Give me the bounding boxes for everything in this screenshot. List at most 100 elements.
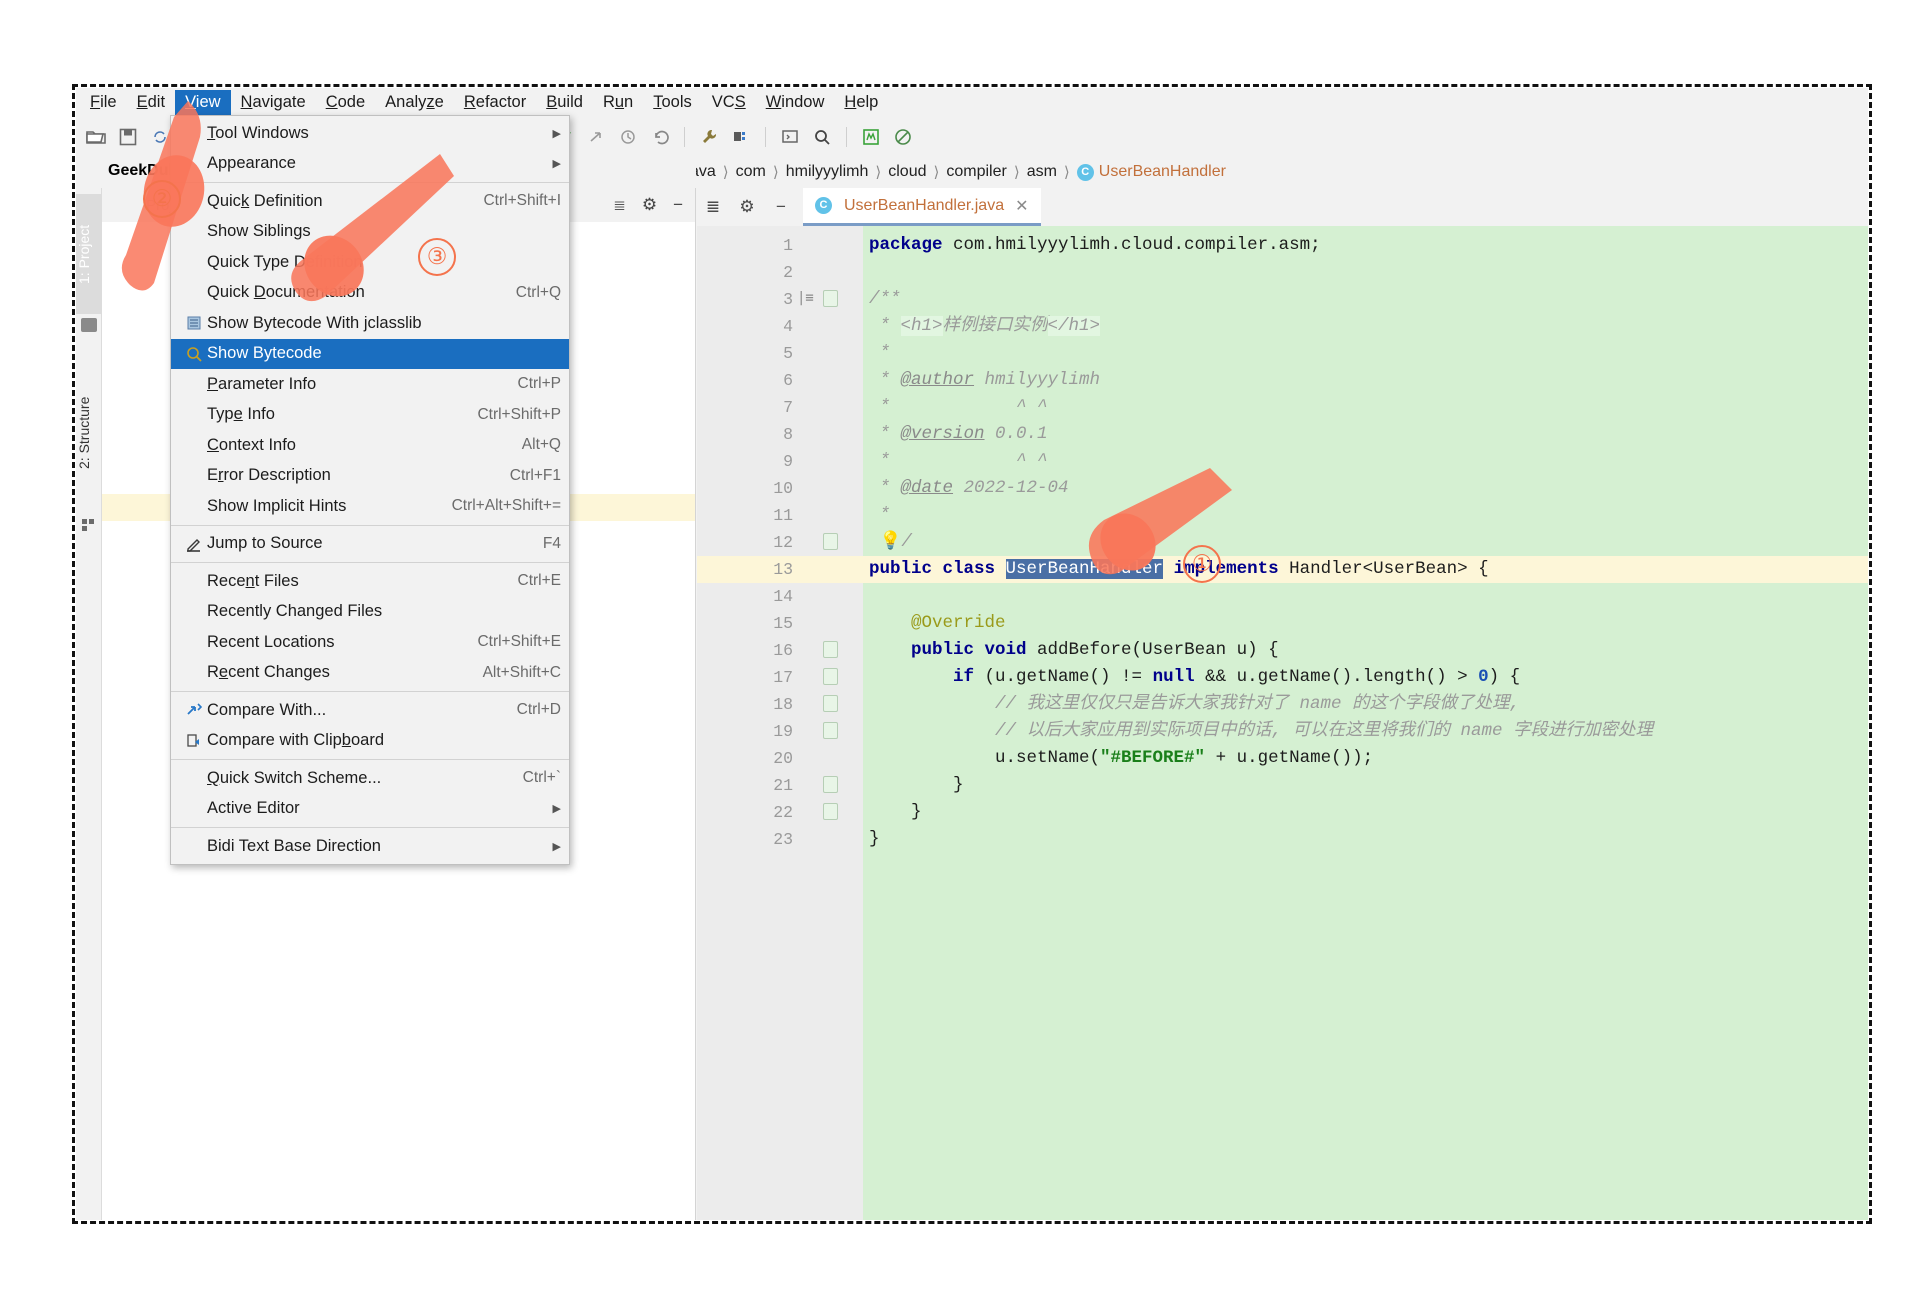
menu-item-recent-files[interactable]: Recent Files Ctrl+E <box>171 566 569 597</box>
fold-marker-row[interactable]: |≡ <box>797 286 863 313</box>
fold-marker-row[interactable] <box>801 772 863 799</box>
close-icon[interactable]: ✕ <box>1015 196 1028 216</box>
code-line[interactable]: public void addBefore(UserBean u) { <box>863 637 1868 664</box>
menu-window[interactable]: Window <box>756 90 835 116</box>
expand-all-icon[interactable]: ≣ <box>701 197 725 217</box>
code-line[interactable]: public class UserBeanHandler implements … <box>863 556 1868 583</box>
menu-item-quick-switch-scheme[interactable]: Quick Switch Scheme... Ctrl+` <box>171 763 569 794</box>
fold-marker-row[interactable] <box>801 367 863 394</box>
sidebar-item-project[interactable]: 1: Project <box>76 194 102 314</box>
menu-item-appearance[interactable]: Appearance ▶ <box>171 149 569 180</box>
grid-icon[interactable] <box>81 518 97 532</box>
search-icon[interactable] <box>810 125 834 149</box>
fold-gutter[interactable]: |≡ <box>797 226 863 1220</box>
fold-marker-row[interactable] <box>801 475 863 502</box>
menu-item-recent-changes[interactable]: Recent Changes Alt+Shift+C <box>171 658 569 689</box>
sidebar-item-structure[interactable]: 2: Structure <box>76 358 102 508</box>
sync-icon[interactable] <box>148 125 172 149</box>
code-line[interactable]: * ^ ^ <box>863 394 1868 421</box>
menu-item-jump-to-source[interactable]: Jump to Source F4 <box>171 529 569 560</box>
menu-tools[interactable]: Tools <box>643 90 702 116</box>
menu-analyze[interactable]: Analyze <box>375 90 454 116</box>
fold-marker-row[interactable] <box>801 745 863 772</box>
code-line[interactable]: } <box>863 772 1868 799</box>
editor-tab-userbeanhandler[interactable]: C UserBeanHandler.java ✕ <box>803 188 1041 226</box>
code-line[interactable]: * @date 2022-12-04 <box>863 475 1868 502</box>
code-line[interactable]: @Override <box>863 610 1868 637</box>
menu-code[interactable]: Code <box>316 90 375 116</box>
maven-icon[interactable] <box>859 125 883 149</box>
code-line[interactable]: * <box>863 502 1868 529</box>
menu-file[interactable]: File <box>80 90 127 116</box>
fold-marker-row[interactable] <box>801 259 863 286</box>
menu-item-recently-changed-files[interactable]: Recently Changed Files <box>171 597 569 628</box>
breadcrumb-item[interactable]: compiler <box>946 163 1006 181</box>
structure-icon[interactable] <box>729 125 753 149</box>
code-line[interactable]: } <box>863 799 1868 826</box>
code-line[interactable] <box>863 259 1868 286</box>
blocked-icon[interactable] <box>891 125 915 149</box>
fold-marker-row[interactable] <box>801 313 863 340</box>
fold-marker-row[interactable] <box>801 529 863 556</box>
view-dropdown-menu[interactable]: Tool Windows ▶ Appearance ▶ Quick Definition… <box>170 115 570 865</box>
fold-marker-row[interactable] <box>801 691 863 718</box>
fold-marker-row[interactable] <box>801 583 863 610</box>
menu-bar[interactable]: File Edit View Navigate Code Analyze Ref… <box>76 88 1868 118</box>
breadcrumb-item[interactable]: cloud <box>888 163 926 181</box>
fold-marker-row[interactable] <box>801 232 863 259</box>
fold-marker-row[interactable] <box>801 421 863 448</box>
menu-item-show-siblings[interactable]: Show Siblings <box>171 217 569 248</box>
menu-item-bidi-text-base-direction[interactable]: Bidi Text Base Direction ▶ <box>171 831 569 862</box>
menu-refactor[interactable]: Refactor <box>454 90 536 116</box>
code-line[interactable]: * @version 0.0.1 <box>863 421 1868 448</box>
editor-tab-bar[interactable]: ≣ ⚙ − C UserBeanHandler.java ✕ <box>697 188 1868 226</box>
menu-item-quick-documentation[interactable]: Quick Documentation Ctrl+Q <box>171 278 569 309</box>
gear-icon[interactable]: ⚙ <box>634 195 665 215</box>
code-line[interactable]: 💡/ <box>863 529 1868 556</box>
wrench-icon[interactable] <box>697 125 721 149</box>
breadcrumb-item[interactable]: hmilyyylimh <box>786 163 869 181</box>
gear-icon[interactable]: ⚙ <box>735 197 759 217</box>
git-push-icon[interactable] <box>584 125 608 149</box>
code-line[interactable]: if (u.getName() != null && u.getName().l… <box>863 664 1868 691</box>
fold-marker-row[interactable] <box>801 799 863 826</box>
save-icon[interactable] <box>116 125 140 149</box>
code-line[interactable]: package com.hmilyyylimh.cloud.compiler.a… <box>863 232 1868 259</box>
code-line[interactable]: // 我这里仅仅只是告诉大家我针对了 name 的这个字段做了处理, <box>863 691 1868 718</box>
fold-marker-row[interactable] <box>801 556 863 583</box>
fold-marker-row[interactable] <box>801 394 863 421</box>
code-line[interactable]: /** <box>863 286 1868 313</box>
code-line[interactable]: * @author hmilyyylimh <box>863 367 1868 394</box>
menu-help[interactable]: Help <box>834 90 888 116</box>
menu-run[interactable]: Run <box>593 90 643 116</box>
git-history-icon[interactable] <box>616 125 640 149</box>
fold-marker-row[interactable] <box>801 826 863 853</box>
menu-navigate[interactable]: Navigate <box>231 90 316 116</box>
code-line[interactable]: * <h1>样例接口实例</h1> <box>863 313 1868 340</box>
git-rollback-icon[interactable] <box>648 125 672 149</box>
menu-item-show-bytecode[interactable]: Show Bytecode <box>171 338 569 369</box>
code-line[interactable]: u.setName("#BEFORE#" + u.getName()); <box>863 745 1868 772</box>
menu-item-recent-locations[interactable]: Recent Locations Ctrl+Shift+E <box>171 627 569 658</box>
code-line[interactable]: // 以后大家应用到实际项目中的话, 可以在这里将我们的 name 字段进行加密… <box>863 718 1868 745</box>
menu-vcs[interactable]: VCS <box>702 90 756 116</box>
menu-view[interactable]: View <box>175 90 231 116</box>
breadcrumb-class-item[interactable]: UserBeanHandler <box>1099 163 1226 181</box>
menu-item-show-implicit-hints[interactable]: Show Implicit Hints Ctrl+Alt+Shift+= <box>171 491 569 522</box>
menu-item-context-info[interactable]: Context Info Alt+Q <box>171 430 569 461</box>
code-line[interactable]: * <box>863 340 1868 367</box>
menu-item-compare-with[interactable]: Compare With... Ctrl+D <box>171 695 569 726</box>
menu-item-tool-windows[interactable]: Tool Windows ▶ <box>171 118 569 149</box>
breadcrumb-item[interactable]: asm <box>1027 163 1057 181</box>
code-line[interactable] <box>863 583 1868 610</box>
menu-item-quick-definition[interactable]: Quick Definition Ctrl+Shift+I <box>171 186 569 217</box>
menu-item-show-bytecode-with-jclasslib[interactable]: Show Bytecode With jclasslib <box>171 308 569 339</box>
breadcrumb-item[interactable]: com <box>736 163 766 181</box>
menu-item-compare-with-clipboard[interactable]: Compare with Clipboard <box>171 726 569 757</box>
code-editor[interactable]: 12345678910111213141516@17181920212223 |… <box>697 226 1868 1220</box>
fold-marker-row[interactable] <box>801 502 863 529</box>
left-tool-strip[interactable]: 1: Project 2: Structure <box>76 188 102 1220</box>
menu-item-type-info[interactable]: Type Info Ctrl+Shift+P <box>171 400 569 431</box>
fold-marker-row[interactable] <box>801 718 863 745</box>
favorites-icon[interactable] <box>81 318 97 332</box>
